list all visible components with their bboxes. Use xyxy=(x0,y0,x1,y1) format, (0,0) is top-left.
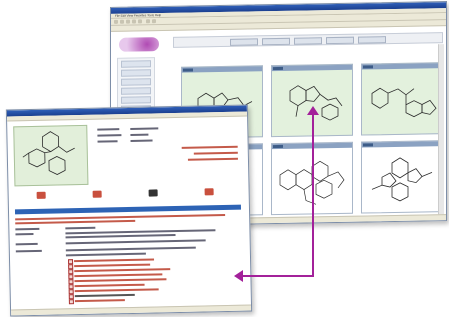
nav-item[interactable] xyxy=(121,60,151,68)
export-icon[interactable] xyxy=(36,191,46,199)
toolbar-button[interactable] xyxy=(326,36,354,45)
molecule-structure xyxy=(371,157,433,202)
molecule-structure xyxy=(371,87,437,118)
structure-card[interactable] xyxy=(361,62,443,136)
search-icon[interactable] xyxy=(146,19,150,24)
structure-preview xyxy=(13,124,89,187)
print-icon[interactable] xyxy=(152,19,156,24)
refresh-icon[interactable] xyxy=(132,19,136,24)
toolbar-button[interactable] xyxy=(294,37,322,45)
toolbar-button[interactable] xyxy=(230,38,258,46)
document-icon[interactable] xyxy=(92,190,102,198)
home-icon[interactable] xyxy=(138,19,142,24)
nav-item[interactable] xyxy=(121,96,151,104)
related-links-list xyxy=(68,256,229,305)
callout-line-horizontal xyxy=(240,275,314,277)
site-logo xyxy=(119,37,159,52)
arrow-up-icon xyxy=(307,106,319,115)
results-toolbar xyxy=(173,32,443,48)
nav-item[interactable] xyxy=(121,78,151,86)
reference-details xyxy=(15,224,242,260)
callout-line-vertical xyxy=(312,112,314,277)
molecule-structure xyxy=(22,131,75,175)
compound-detail-window xyxy=(5,104,253,317)
vertical-scrollbar[interactable] xyxy=(438,44,444,215)
network-icon[interactable] xyxy=(148,189,158,197)
toolbar-button[interactable] xyxy=(358,36,386,44)
toolbar-button[interactable] xyxy=(262,37,290,46)
structure-card[interactable] xyxy=(361,140,443,214)
compound-info xyxy=(97,124,238,165)
stop-icon[interactable] xyxy=(126,19,130,24)
arrow-left-icon xyxy=(234,270,243,282)
forward-icon[interactable] xyxy=(120,19,124,24)
nav-item[interactable] xyxy=(121,69,151,77)
back-icon[interactable] xyxy=(114,19,118,24)
nav-item[interactable] xyxy=(121,87,151,95)
status-bar xyxy=(11,304,252,316)
save-icon[interactable] xyxy=(204,188,214,196)
